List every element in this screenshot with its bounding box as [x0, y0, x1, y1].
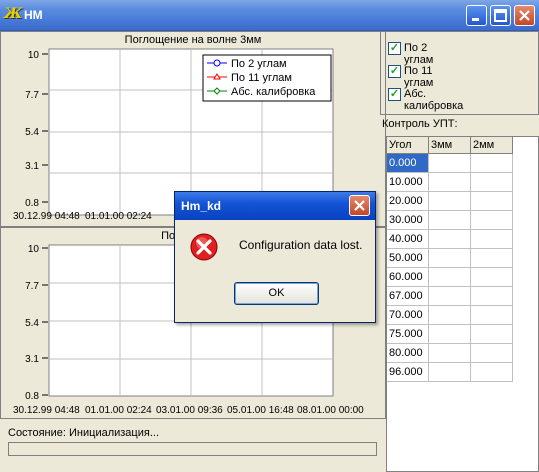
status-label: Состояние: [8, 427, 66, 439]
grid-cell[interactable] [471, 268, 513, 287]
legend-label: Абс. калибровка [231, 86, 316, 98]
grid-cell[interactable] [429, 173, 471, 192]
grid-cell[interactable] [429, 306, 471, 325]
dialog-message: Configuration data lost. [239, 238, 363, 252]
grid-cell-angle[interactable]: 50.000 [387, 249, 429, 268]
column-header[interactable]: 3мм [429, 137, 471, 154]
ytick: 7.7 [25, 90, 39, 101]
ytick: 5.4 [25, 318, 39, 329]
grid-cell[interactable] [429, 192, 471, 211]
legend-label: По 11 углам [231, 72, 292, 84]
grid-cell[interactable] [471, 287, 513, 306]
error-dialog: Hm_kd Configuration data lost. OK [174, 191, 376, 323]
close-icon [519, 10, 530, 21]
grid-cell[interactable] [429, 363, 471, 382]
upt-label: Контроль УПТ: [382, 118, 458, 130]
grid-cell-angle[interactable]: 67.000 [387, 287, 429, 306]
ytick: 0.8 [25, 391, 39, 402]
grid-cell[interactable] [429, 211, 471, 230]
close-icon [354, 200, 365, 211]
grid-cell[interactable] [471, 344, 513, 363]
checkbox-checked-icon[interactable]: ✓ [388, 65, 401, 78]
dialog-title: Hm_kd [181, 199, 222, 213]
grid-cell-angle[interactable]: 40.000 [387, 230, 429, 249]
grid-cell[interactable] [429, 287, 471, 306]
grid-cell[interactable] [429, 230, 471, 249]
ytick: 3.1 [25, 354, 39, 365]
grid-cell-angle[interactable]: 20.000 [387, 192, 429, 211]
ytick: 7.7 [25, 281, 39, 292]
grid-cell-angle[interactable]: 80.000 [387, 344, 429, 363]
grid-cell[interactable] [471, 306, 513, 325]
grid-cell[interactable] [471, 154, 513, 173]
grid-cell[interactable] [471, 363, 513, 382]
grid-cell[interactable] [471, 192, 513, 211]
ytick: 10 [28, 50, 40, 61]
grid-cell[interactable] [429, 344, 471, 363]
upt-grid[interactable]: Угол 3мм 2мм 0.000 10.000 20.000 30.000 40.0… [386, 136, 539, 472]
column-header[interactable]: 2мм [471, 137, 513, 154]
dialog-title-bar[interactable]: Hm_kd [175, 192, 375, 220]
grid-cell[interactable] [471, 249, 513, 268]
xtick: 01.01.00 02:24 [85, 211, 152, 222]
dialog-close-button[interactable] [349, 195, 370, 216]
xtick: 03.01.00 09:36 [156, 405, 223, 416]
xtick: 08.01.00 00:00 [297, 405, 364, 416]
grid-cell[interactable] [471, 211, 513, 230]
minimize-icon [472, 18, 479, 21]
xtick: 05.01.00 16:48 [227, 405, 294, 416]
grid-cell-angle[interactable]: 60.000 [387, 268, 429, 287]
grid-cell[interactable] [429, 325, 471, 344]
grid-cell[interactable] [429, 154, 471, 173]
option-label: Абс. калибровка [404, 88, 464, 112]
xtick: 30.12.99 04:48 [13, 211, 80, 222]
close-button[interactable] [514, 5, 535, 26]
ytick: 5.4 [25, 127, 39, 138]
maximize-icon [494, 9, 507, 22]
legend-label: По 2 углам [231, 58, 287, 70]
grid-cell[interactable] [429, 249, 471, 268]
progress-bar [8, 442, 377, 456]
checkbox-checked-icon[interactable]: ✓ [388, 88, 401, 101]
grid-cell-angle[interactable]: 70.000 [387, 306, 429, 325]
grid-cell-angle[interactable]: 96.000 [387, 363, 429, 382]
legend-marker-circle [213, 59, 221, 67]
grid-cell[interactable] [429, 268, 471, 287]
column-header[interactable]: Угол [387, 137, 429, 154]
ytick: 0.8 [25, 198, 39, 209]
grid-cell-angle[interactable]: 75.000 [387, 325, 429, 344]
maximize-button[interactable] [490, 5, 511, 26]
option-label: По 11 углам [404, 65, 434, 89]
status-value: Инициализация... [69, 427, 159, 439]
error-icon [190, 233, 218, 261]
grid-cell-angle[interactable]: 30.000 [387, 211, 429, 230]
app-icon: Ж [4, 6, 23, 22]
xtick: 30.12.99 04:48 [13, 405, 80, 416]
ytick: 10 [28, 244, 40, 255]
grid-cell-angle[interactable]: 0.000 [387, 154, 429, 173]
option-label: По 2 углам [404, 42, 434, 66]
ytick: 3.1 [25, 161, 39, 172]
window-title: НМ [24, 8, 43, 22]
status-line: Состояние: Инициализация... [8, 427, 159, 439]
xtick: 01.01.00 02:24 [85, 405, 152, 416]
minimize-button[interactable] [466, 5, 487, 26]
checkbox-checked-icon[interactable]: ✓ [388, 42, 401, 55]
grid-cell[interactable] [471, 173, 513, 192]
ok-button[interactable]: OK [234, 282, 319, 305]
grid-cell[interactable] [471, 230, 513, 249]
grid-cell[interactable] [471, 325, 513, 344]
title-bar[interactable]: Ж НМ [0, 0, 539, 31]
grid-cell-angle[interactable]: 10.000 [387, 173, 429, 192]
